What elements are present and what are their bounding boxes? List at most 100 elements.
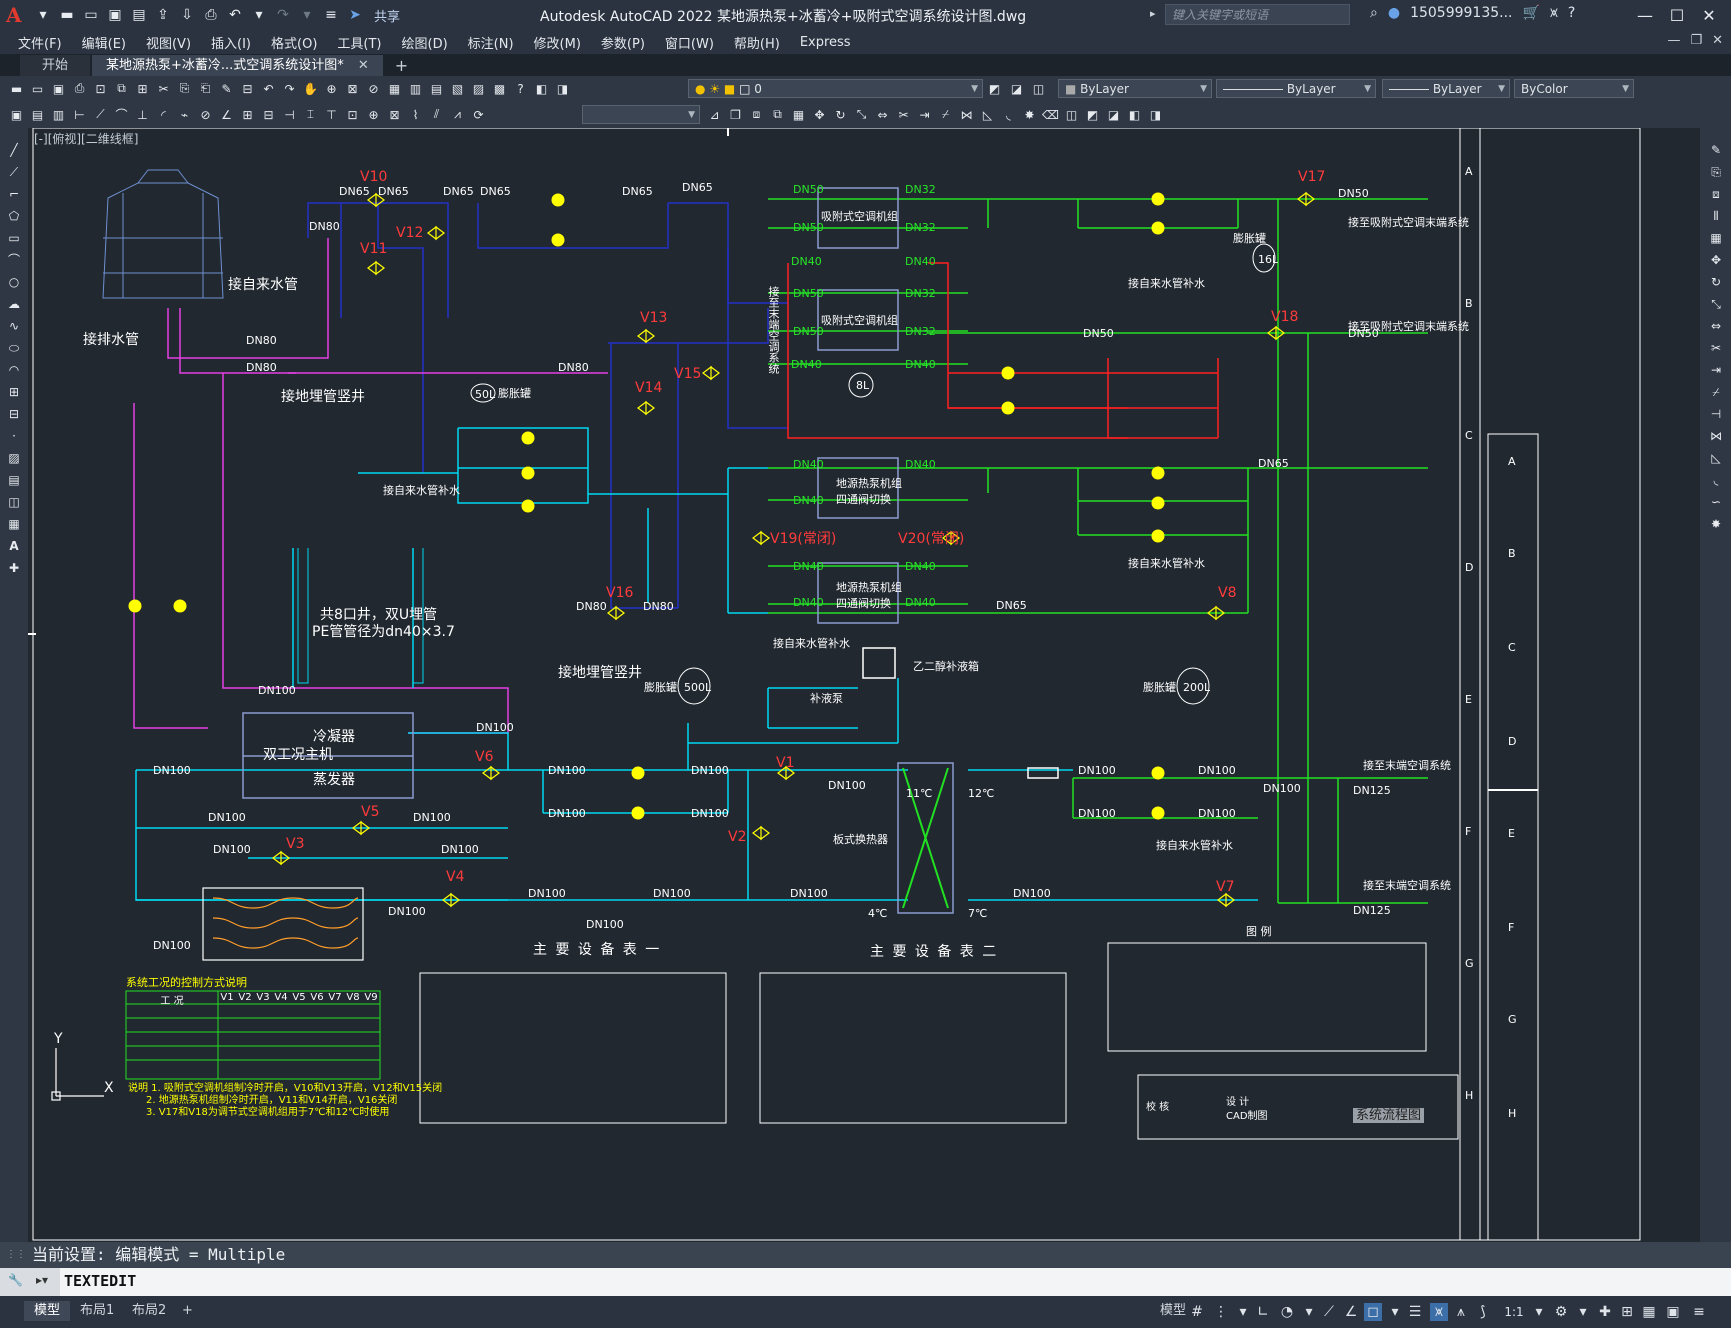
continue-icon[interactable]: ⊣: [281, 106, 298, 123]
ordinate-icon[interactable]: ⊥: [134, 106, 151, 123]
polyline-icon[interactable]: ⌐: [6, 186, 22, 202]
new-tab-button[interactable]: +: [385, 55, 418, 76]
draworder-back-icon[interactable]: ◪: [1105, 106, 1122, 123]
dim-break-icon[interactable]: ⊤: [323, 106, 340, 123]
explode-icon[interactable]: ✸: [1708, 516, 1724, 532]
command-recent-icon[interactable]: ▸▾: [36, 1273, 48, 1287]
polar-dropdown-icon[interactable]: ▾: [1300, 1303, 1318, 1321]
circle-icon[interactable]: ○: [6, 274, 22, 290]
gradient-icon[interactable]: ▤: [6, 472, 22, 488]
add-layout-button[interactable]: +: [172, 1301, 203, 1321]
aligned-dim-icon[interactable]: ⟋: [92, 106, 109, 123]
plotstyle-combo[interactable]: ByColor ▼: [1514, 79, 1634, 98]
tab-drawing[interactable]: 某地源热泵+冰蓄冷...式空调系统设计图* ✕: [92, 55, 383, 76]
plot-icon[interactable]: ⎙: [202, 6, 220, 24]
dim-style-icon[interactable]: ⊿: [706, 106, 723, 123]
tab-start[interactable]: 开始: [20, 55, 91, 76]
jogged-icon[interactable]: ⌁: [176, 106, 193, 123]
match-properties-icon[interactable]: ✎: [218, 80, 235, 97]
customize-icon[interactable]: ≡: [1690, 1303, 1708, 1321]
join-icon[interactable]: ⋈: [958, 106, 975, 123]
autodesk-app-icon[interactable]: ⩙: [1550, 5, 1558, 21]
osnap-dropdown-icon[interactable]: ▾: [1386, 1303, 1404, 1321]
snap-icon[interactable]: ⋮: [1212, 1303, 1230, 1321]
scale-icon[interactable]: ⤡: [1708, 296, 1724, 312]
arc-length-icon[interactable]: ⌒: [113, 106, 130, 123]
hatch-back-icon[interactable]: ◨: [1147, 106, 1164, 123]
maximize-button[interactable]: ☐: [1661, 2, 1693, 28]
scale-dropdown-icon[interactable]: ▾: [1530, 1303, 1548, 1321]
region-icon[interactable]: ◫: [6, 494, 22, 510]
baseline-icon[interactable]: ⊟: [260, 106, 277, 123]
radius-icon[interactable]: ◜: [155, 106, 172, 123]
revcloud-icon[interactable]: ☁: [6, 296, 22, 312]
quick-dim-icon[interactable]: ⊞: [239, 106, 256, 123]
menu-tools[interactable]: 工具(T): [327, 33, 391, 52]
layer-previous-icon[interactable]: ◪: [1008, 80, 1025, 97]
construction-line-icon[interactable]: ⟋: [6, 164, 22, 180]
mirror-icon[interactable]: ⧈: [748, 106, 765, 123]
zoom-previous-icon[interactable]: ⊘: [365, 80, 382, 97]
jogged-linear-icon[interactable]: ⌇: [407, 106, 424, 123]
mtext-icon[interactable]: A: [6, 538, 22, 554]
new-file-icon[interactable]: ▬: [58, 6, 76, 24]
search-expand-icon[interactable]: ▸: [1150, 7, 1156, 20]
layer-state-icon[interactable]: ◨: [554, 80, 571, 97]
break-icon[interactable]: ⊣: [1708, 406, 1724, 422]
hatch-icon[interactable]: ▨: [6, 450, 22, 466]
erase-icon[interactable]: ✎: [1708, 142, 1724, 158]
share-button[interactable]: 共享: [374, 6, 400, 25]
user-name[interactable]: 1505999135...: [1410, 5, 1512, 21]
chamfer-icon[interactable]: ◺: [1708, 450, 1724, 466]
dim-space-icon[interactable]: ⌶: [302, 106, 319, 123]
scale-icon[interactable]: ⤡: [853, 106, 870, 123]
viewport-controls[interactable]: [-][俯视][二维线框]: [34, 130, 138, 147]
fillet-icon[interactable]: ◟: [1708, 472, 1724, 488]
autoscale-icon[interactable]: ⩚: [1452, 1303, 1470, 1321]
open-web-icon[interactable]: ⇪: [154, 6, 172, 24]
break-icon[interactable]: ⌿: [937, 106, 954, 123]
doc-minimize-button[interactable]: —: [1667, 33, 1680, 48]
ortho-icon[interactable]: ∟: [1254, 1303, 1272, 1321]
layer-properties-icon[interactable]: ◧: [533, 80, 550, 97]
add-icon[interactable]: ✚: [1596, 1303, 1614, 1321]
table-icon[interactable]: ▦: [6, 516, 22, 532]
ellipse-icon[interactable]: ⬭: [6, 340, 22, 356]
quick-properties-icon[interactable]: ▦: [1640, 1303, 1658, 1321]
array-icon[interactable]: ▦: [1708, 230, 1724, 246]
menu-help[interactable]: 帮助(H): [724, 33, 790, 52]
plot-icon[interactable]: ⎙: [71, 80, 88, 97]
mirror-icon[interactable]: ⧈: [1708, 186, 1724, 202]
lineweight-combo[interactable]: ByLayer ▼: [1382, 79, 1510, 98]
save-as-icon[interactable]: ▤: [130, 6, 148, 24]
tolerance-icon[interactable]: ⊡: [344, 106, 361, 123]
inspect-icon[interactable]: ⊠: [386, 106, 403, 123]
annotation-visibility-icon[interactable]: ⩙: [1430, 1303, 1448, 1321]
menu-parametric[interactable]: 参数(P): [591, 33, 655, 52]
layout-tab-1[interactable]: 布局1: [70, 1301, 124, 1321]
break-at-point-icon[interactable]: ⌿: [1708, 384, 1724, 400]
color-combo[interactable]: ■ ByLayer ▼: [1058, 79, 1212, 98]
save-web-icon[interactable]: ⇩: [178, 6, 196, 24]
arc-icon[interactable]: ⌒: [6, 252, 22, 268]
snap-dropdown-icon[interactable]: ▾: [1234, 1303, 1252, 1321]
center-mark-icon[interactable]: ⊕: [365, 106, 382, 123]
angular-icon[interactable]: ∠: [218, 106, 235, 123]
units-icon[interactable]: ⊞: [1618, 1303, 1636, 1321]
group-icon[interactable]: ▣: [8, 106, 25, 123]
share-icon[interactable]: ➤: [346, 6, 364, 24]
offset-icon[interactable]: ⫴: [1708, 208, 1724, 224]
layer-combo[interactable]: ● ☀ ■ □ 0 ▼: [688, 79, 983, 98]
rotate-icon[interactable]: ↻: [1708, 274, 1724, 290]
undo-icon[interactable]: ↶: [226, 6, 244, 24]
annotation-scale-icon[interactable]: ⟆: [1474, 1303, 1492, 1321]
linear-dim-icon[interactable]: ⊢: [71, 106, 88, 123]
extend-icon[interactable]: ⇥: [916, 106, 933, 123]
design-center-icon[interactable]: ▥: [407, 80, 424, 97]
minimize-button[interactable]: —: [1629, 2, 1661, 28]
blend-icon[interactable]: ∽: [1708, 494, 1724, 510]
menu-file[interactable]: 文件(F): [0, 33, 72, 52]
line-icon[interactable]: ╱: [6, 142, 22, 158]
customize-qat-icon[interactable]: ≡: [322, 6, 340, 24]
otrack-icon[interactable]: ∠: [1342, 1303, 1360, 1321]
